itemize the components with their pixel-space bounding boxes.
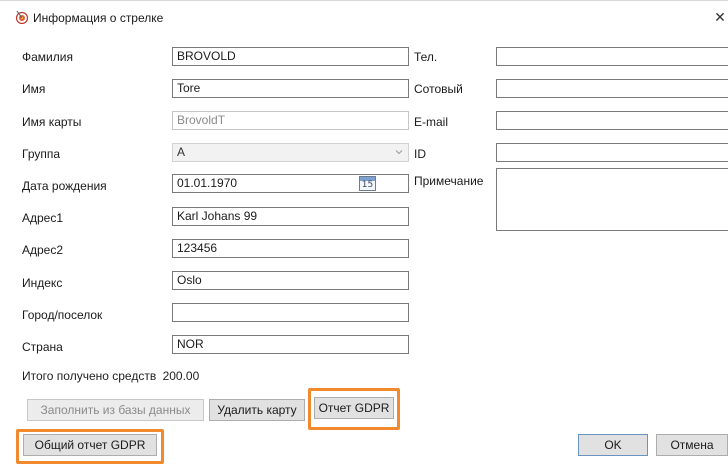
card-name-label: Имя карты: [22, 115, 82, 129]
ok-button[interactable]: OK: [578, 434, 648, 456]
address2-label: Адрес2: [22, 243, 64, 257]
address2-field[interactable]: 123456: [172, 239, 409, 258]
phone-label: Тел.: [414, 50, 438, 64]
note-textarea[interactable]: [496, 168, 728, 231]
mobile-label: Сотовый: [414, 82, 463, 96]
id-field[interactable]: [496, 143, 728, 162]
email-label: E-mail: [414, 115, 449, 129]
card-name-field: BrovoldT: [172, 111, 409, 130]
address1-label: Адрес1: [22, 211, 64, 225]
total-received-label: Итого получено средств: [22, 369, 157, 383]
country-label: Страна: [22, 340, 63, 354]
address1-field[interactable]: Karl Johans 99: [172, 207, 409, 226]
first-name-field[interactable]: Tore: [172, 79, 409, 98]
birth-date-value: 01.01.1970: [177, 176, 238, 190]
cancel-button[interactable]: Отмена: [656, 434, 728, 456]
fill-from-database-button: Заполнить из базы данных: [27, 399, 204, 421]
postal-field[interactable]: Oslo: [172, 271, 409, 290]
chevron-down-icon: [395, 150, 403, 155]
total-received: Итого получено средств 200.00: [22, 369, 199, 383]
window-title: Информация о стрелке: [33, 11, 164, 25]
gdpr-report-button[interactable]: Отчет GDPR: [314, 397, 394, 419]
email-field[interactable]: [496, 111, 728, 130]
phone-field[interactable]: [496, 47, 728, 66]
calendar-icon[interactable]: 15: [359, 176, 376, 191]
country-field[interactable]: NOR: [172, 335, 409, 354]
total-received-value: 200.00: [162, 369, 200, 383]
delete-card-button[interactable]: Удалить карту: [209, 399, 305, 421]
city-label: Город/поселок: [22, 308, 103, 322]
general-gdpr-report-button[interactable]: Общий отчет GDPR: [23, 434, 157, 456]
close-icon[interactable]: ✕: [712, 9, 728, 25]
last-name-field[interactable]: BROVOLD: [172, 47, 409, 66]
archer-target-icon: [15, 10, 29, 24]
postal-label: Индекс: [22, 276, 63, 290]
birth-date-field[interactable]: 01.01.1970 15: [172, 174, 409, 193]
window-top-border: [0, 0, 728, 1]
birth-date-label: Дата рождения: [22, 179, 107, 193]
group-label: Группа: [22, 147, 61, 161]
city-field[interactable]: [172, 303, 409, 322]
id-label: ID: [414, 147, 426, 161]
group-select[interactable]: A: [172, 143, 409, 162]
window-titlebar: Информация о стрелке ✕: [0, 0, 728, 30]
mobile-field[interactable]: [496, 79, 728, 98]
last-name-label: Фамилия: [22, 50, 73, 64]
first-name-label: Имя: [22, 82, 46, 96]
note-label: Примечание: [414, 174, 484, 188]
calendar-day: 15: [361, 180, 374, 190]
group-select-value: A: [177, 145, 186, 159]
